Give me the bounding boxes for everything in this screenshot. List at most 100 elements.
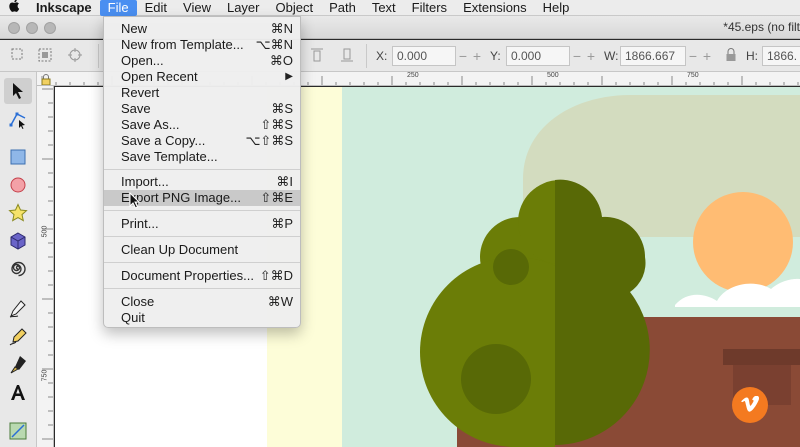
spiral-tool[interactable]	[4, 256, 32, 282]
minimize-window-button[interactable]	[26, 22, 38, 34]
menu-separator	[104, 262, 300, 263]
menu-item-label: Save	[121, 101, 151, 116]
menu-separator	[104, 236, 300, 237]
window-title: *45.eps (no filt	[723, 20, 800, 34]
apple-icon[interactable]	[0, 0, 28, 16]
ellipse-tool[interactable]	[4, 172, 32, 198]
menu-path[interactable]: Path	[321, 0, 364, 16]
pen-tool[interactable]	[4, 324, 32, 350]
menu-item-label: New	[121, 21, 148, 36]
menu-item-new[interactable]: New ⌘N	[104, 21, 300, 37]
calligraphy-tool[interactable]	[4, 352, 32, 378]
align-top-icon[interactable]	[308, 47, 326, 65]
text-tool[interactable]	[4, 380, 32, 406]
menu-item-label: Save As...	[121, 117, 180, 132]
rectangle-tool-icon	[10, 149, 26, 165]
node-tool-icon	[9, 112, 26, 129]
menu-edit[interactable]: Edit	[137, 0, 175, 16]
lock-guides-icon[interactable]	[41, 73, 51, 86]
menu-item-document-properties[interactable]: Document Properties... ⇧⌘D	[104, 268, 300, 284]
menu-item-label: Document Properties...	[121, 268, 254, 283]
menu-item-new-from-template[interactable]: New from Template... ⌥⌘N	[104, 37, 300, 53]
selector-tool[interactable]	[4, 78, 32, 104]
pencil-tool-icon	[9, 300, 26, 318]
gradient-tool-icon	[9, 422, 27, 440]
menu-item-shortcut: ⇧⌘D	[259, 268, 293, 283]
menu-item-close[interactable]: Close ⌘W	[104, 294, 300, 310]
menu-view[interactable]: View	[175, 0, 219, 16]
gradient-tool[interactable]	[4, 418, 32, 444]
menu-item-save-a-copy[interactable]: Save a Copy... ⌥⇧⌘S	[104, 133, 300, 149]
rectangle-tool[interactable]	[4, 144, 32, 170]
menu-item-save-template[interactable]: Save Template...	[104, 149, 300, 165]
lock-ratio-icon[interactable]	[722, 47, 740, 65]
vimeo-logo-icon[interactable]	[732, 387, 768, 423]
height-input[interactable]	[762, 46, 800, 66]
x-increment-button[interactable]: +	[470, 48, 484, 64]
height-group: H:	[746, 45, 800, 67]
menu-item-save[interactable]: Save ⌘S	[104, 101, 300, 117]
menu-help[interactable]: Help	[535, 0, 578, 16]
menu-app-name[interactable]: Inkscape	[28, 0, 100, 16]
menu-layer[interactable]: Layer	[219, 0, 268, 16]
width-group: W: − +	[604, 45, 714, 67]
y-coordinate-group: Y: − +	[490, 45, 598, 67]
x-decrement-button[interactable]: −	[456, 48, 470, 64]
ruler-tick-label: 250	[407, 72, 419, 79]
pen-tool-icon	[9, 328, 27, 346]
close-window-button[interactable]	[8, 22, 20, 34]
menu-separator	[104, 210, 300, 211]
menu-item-save-as[interactable]: Save As... ⇧⌘S	[104, 117, 300, 133]
select-all-layers-icon[interactable]	[36, 47, 54, 65]
menu-item-print[interactable]: Print... ⌘P	[104, 216, 300, 232]
file-menu-dropdown: New ⌘N New from Template... ⌥⌘N Open... ⌘O …	[103, 16, 301, 328]
menu-item-label: Revert	[121, 85, 160, 100]
menu-bar: Inkscape File Edit View Layer Object Pat…	[0, 0, 800, 16]
rotate-icon[interactable]	[66, 47, 84, 65]
menu-item-label: Save a Copy...	[121, 133, 206, 148]
submenu-arrow-icon: ▶	[285, 71, 293, 82]
spiral-tool-icon	[11, 261, 26, 277]
star-tool[interactable]	[4, 200, 32, 226]
width-input[interactable]	[620, 46, 686, 66]
select-all-icon[interactable]	[8, 47, 26, 65]
width-increment-button[interactable]: +	[700, 48, 714, 64]
star-tool-icon	[8, 203, 28, 222]
y-input[interactable]	[506, 46, 570, 66]
ruler-tick-label: 500	[547, 72, 559, 79]
menu-item-shortcut: ⌥⇧⌘S	[245, 133, 293, 148]
menu-item-quit[interactable]: Quit	[104, 310, 300, 326]
ruler-tick-label: 500	[41, 225, 49, 238]
pencil-tool[interactable]	[4, 296, 32, 322]
y-decrement-button[interactable]: −	[570, 48, 584, 64]
menu-item-label: New from Template...	[121, 37, 244, 52]
menu-file[interactable]: File	[99, 0, 137, 16]
menu-item-import[interactable]: Import... ⌘I	[104, 174, 300, 190]
h-label: H:	[746, 49, 758, 63]
width-decrement-button[interactable]: −	[686, 48, 700, 64]
x-input[interactable]	[392, 46, 456, 66]
ellipse-tool-icon	[10, 177, 26, 193]
node-tool[interactable]	[4, 106, 32, 132]
3d-box-tool[interactable]	[4, 228, 32, 254]
menu-item-open[interactable]: Open... ⌘O	[104, 53, 300, 69]
menu-item-shortcut: ⌘W	[267, 294, 293, 309]
toolbar-separator	[366, 44, 367, 68]
menu-item-shortcut: ⌘I	[276, 174, 293, 189]
y-increment-button[interactable]: +	[584, 48, 598, 64]
menu-item-label: Save Template...	[121, 149, 218, 164]
menu-filters[interactable]: Filters	[404, 0, 455, 16]
menu-item-revert[interactable]: Revert	[104, 85, 300, 101]
menu-extensions[interactable]: Extensions	[455, 0, 535, 16]
menu-item-shortcut: ⌘O	[269, 53, 293, 68]
menu-item-clean-up-document[interactable]: Clean Up Document	[104, 242, 300, 258]
x-coordinate-group: X: − +	[376, 45, 484, 67]
zoom-window-button[interactable]	[44, 22, 56, 34]
menu-item-open-recent[interactable]: Open Recent ▶	[104, 69, 300, 85]
menu-object[interactable]: Object	[268, 0, 322, 16]
ruler-tick-label: 750	[41, 369, 49, 382]
menu-text[interactable]: Text	[364, 0, 404, 16]
vertical-ruler[interactable]: 500 750	[37, 86, 54, 447]
3d-box-tool-icon	[10, 232, 26, 250]
align-bottom-icon[interactable]	[338, 47, 356, 65]
